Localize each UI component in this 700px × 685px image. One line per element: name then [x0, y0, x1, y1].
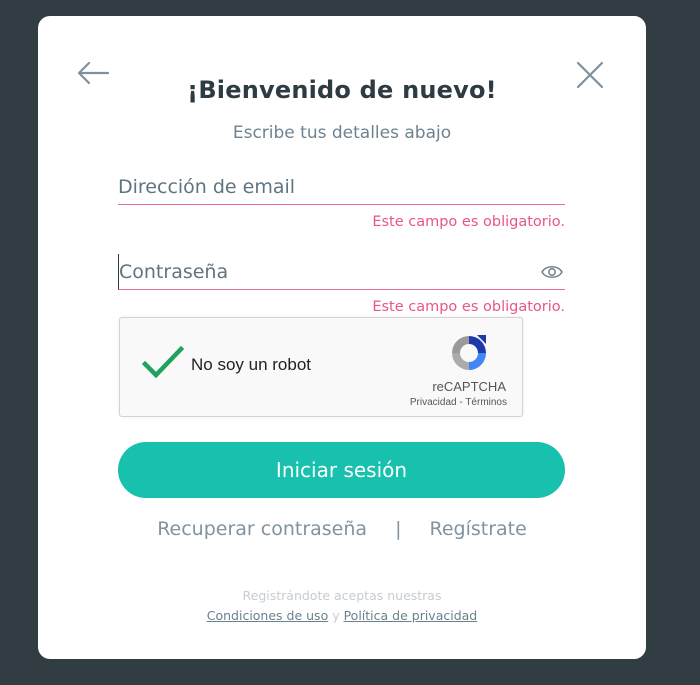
checkmark-icon[interactable]	[141, 345, 185, 381]
login-modal: ¡Bienvenido de nuevo! Escribe tus detall…	[38, 16, 646, 659]
recaptcha-links: Privacidad - Términos	[410, 397, 507, 408]
recaptcha-links-separator: -	[459, 397, 463, 408]
captcha-label: No soy un robot	[191, 355, 312, 374]
legal-notice: Registrándote aceptas nuestras Condicion…	[38, 586, 646, 626]
password-field[interactable]	[118, 254, 565, 290]
links-separator: |	[395, 518, 402, 540]
register-link[interactable]: Regístrate	[429, 518, 526, 540]
recaptcha-logo-icon	[448, 332, 490, 374]
recaptcha-terms-link[interactable]: Términos	[465, 397, 507, 408]
login-button[interactable]: Iniciar sesión	[118, 442, 565, 498]
legal-links: Condiciones de uso y Política de privaci…	[38, 606, 646, 626]
recover-password-link[interactable]: Recuperar contraseña	[157, 518, 367, 540]
email-field-wrapper	[118, 169, 565, 205]
modal-subtitle: Escribe tus detalles abajo	[232, 123, 452, 143]
legal-joiner: y	[332, 608, 340, 623]
recaptcha-brand: reCAPTCHA	[432, 379, 506, 394]
legal-intro: Registrándote aceptas nuestras	[242, 588, 442, 603]
email-field[interactable]	[118, 169, 565, 205]
modal-title: ¡Bienvenido de nuevo!	[187, 76, 497, 104]
privacy-policy-link[interactable]: Política de privacidad	[344, 608, 478, 623]
eye-icon[interactable]	[541, 264, 563, 280]
recaptcha-widget: No soy un robot reCAPTCHA Privacidad - T…	[119, 317, 523, 417]
terms-of-use-link[interactable]: Condiciones de uso	[207, 608, 328, 623]
password-field-wrapper	[118, 254, 565, 290]
recaptcha-privacy-link[interactable]: Privacidad	[410, 397, 457, 408]
auth-links: Recuperar contraseña | Regístrate	[38, 518, 646, 540]
email-error: Este campo es obligatorio.	[372, 214, 565, 230]
password-error: Este campo es obligatorio.	[372, 299, 565, 315]
